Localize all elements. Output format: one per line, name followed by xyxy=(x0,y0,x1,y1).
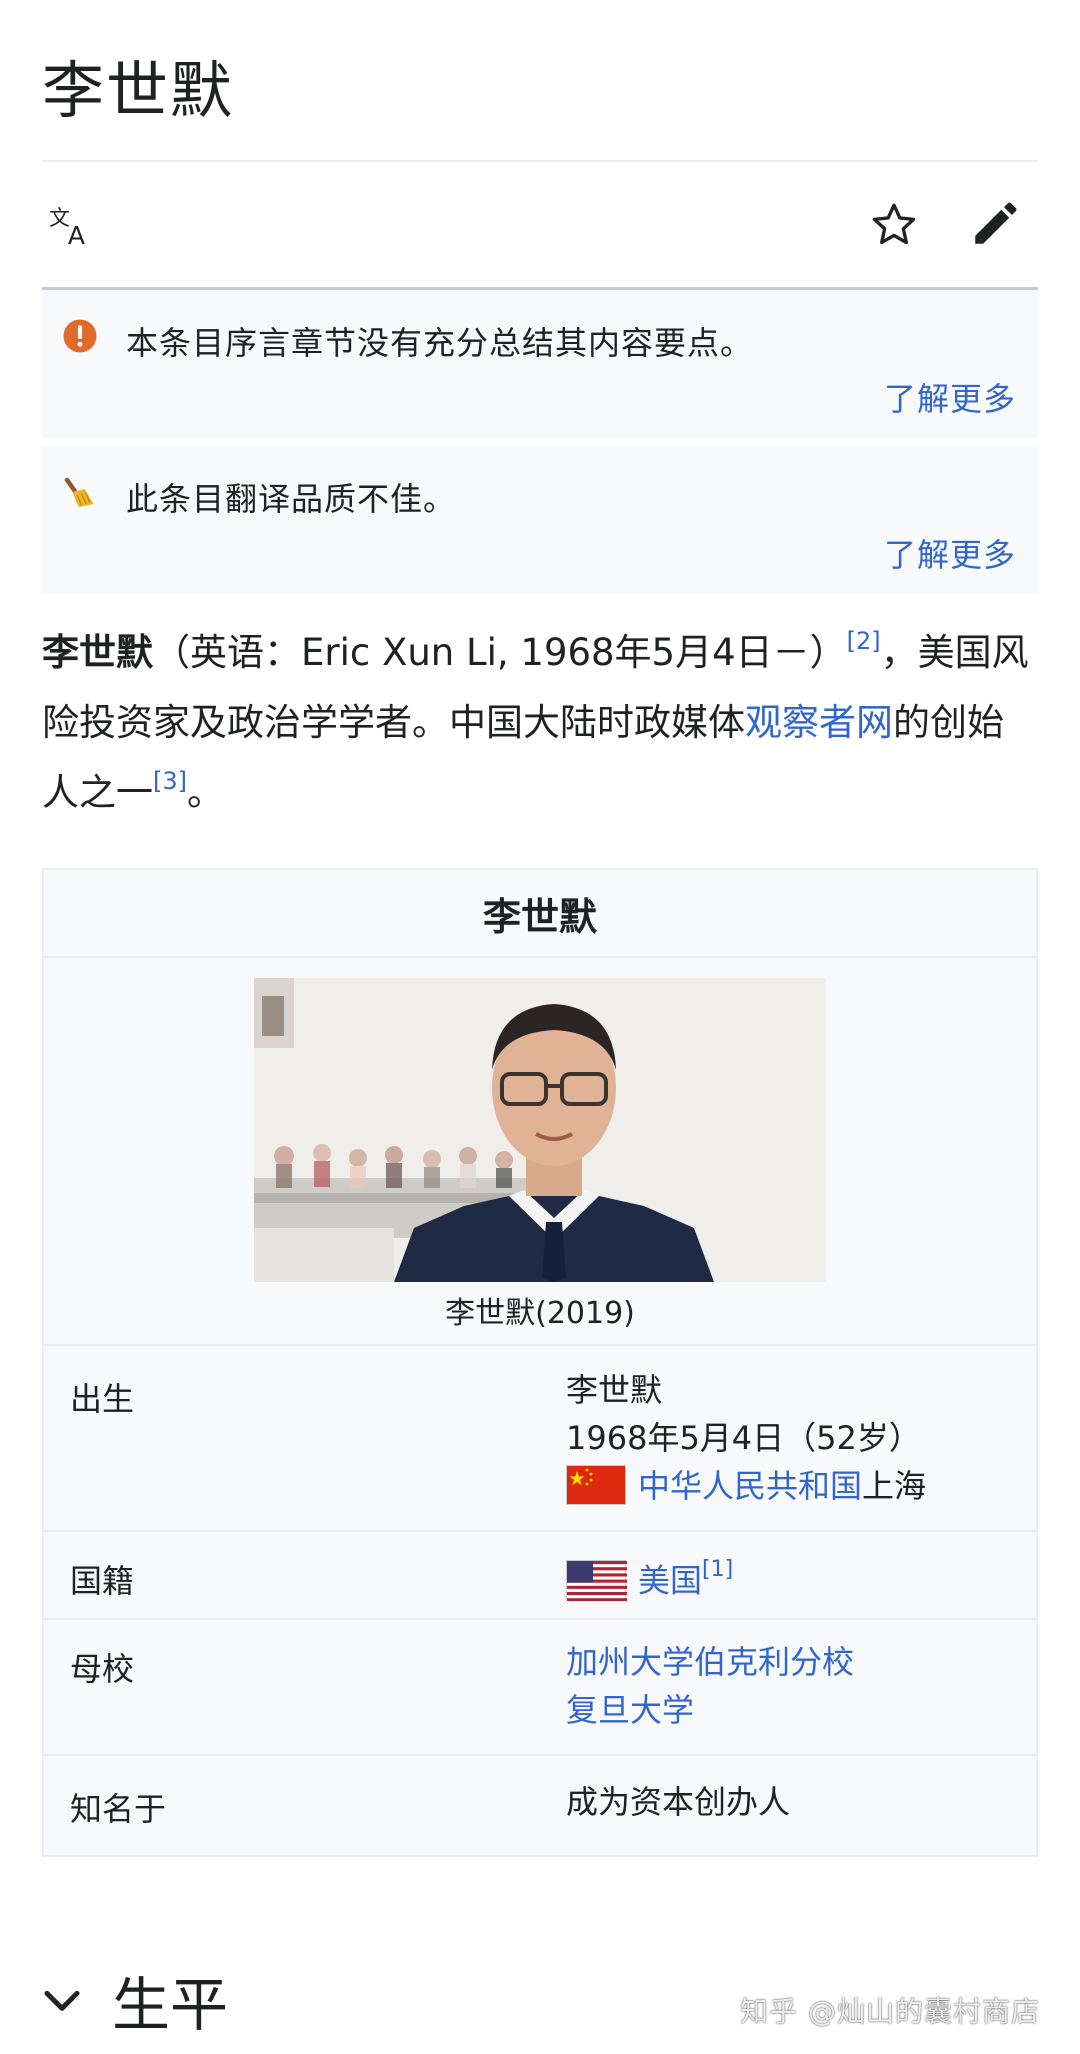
svg-text:A: A xyxy=(68,221,85,250)
row-label: 知名于 xyxy=(70,1790,167,1828)
reference-link[interactable]: [1] xyxy=(702,1557,733,1582)
prc-link[interactable]: 中华人民共和国 xyxy=(638,1467,862,1505)
guancha-link[interactable]: 观察者网 xyxy=(745,701,893,744)
row-label: 出生 xyxy=(70,1380,135,1418)
infobox-row-alma-mater: 母校 加州大学伯克利分校 复旦大学 xyxy=(44,1618,1036,1754)
fudan-link[interactable]: 复旦大学 xyxy=(566,1691,694,1729)
portrait-photo[interactable] xyxy=(254,978,826,1282)
notice-text: 此条目翻译品质不佳。 xyxy=(126,480,457,518)
birth-place: 中华人民共和国上海 xyxy=(566,1462,926,1510)
star-icon[interactable] xyxy=(864,195,924,255)
photo-caption: 李世默(2019) xyxy=(445,1296,635,1331)
row-value: 李世默 1968年5月4日（52岁） 中华人民共和国上海 xyxy=(566,1366,926,1510)
title-divider xyxy=(42,160,1038,162)
uc-berkeley-link[interactable]: 加州大学伯克利分校 xyxy=(566,1643,854,1681)
usa-link[interactable]: 美国 xyxy=(638,1562,702,1600)
reference-link[interactable]: [3] xyxy=(153,767,187,795)
notice-translation-quality: 此条目翻译品质不佳。 了解更多 xyxy=(42,446,1038,594)
notice-text: 本条目序言章节没有充分总结其内容要点。 xyxy=(126,324,754,362)
zhihu-watermark: 知乎 @灿山的囊村商店 xyxy=(740,1995,1040,2028)
section-header-biography[interactable]: 生平 xyxy=(42,1960,228,2040)
page-toolbar: 文 A xyxy=(42,165,1038,287)
broom-icon xyxy=(62,474,98,514)
birth-name: 李世默 xyxy=(566,1371,663,1409)
city-text: 上海 xyxy=(862,1467,927,1505)
usa-flag-icon xyxy=(566,1559,627,1601)
chevron-down-icon xyxy=(44,1990,80,2011)
lead-text: 。 xyxy=(187,771,224,814)
row-value: 加州大学伯克利分校 复旦大学 xyxy=(566,1638,854,1734)
infobox-row-known-for: 知名于 成为资本创办人 xyxy=(44,1754,1036,1857)
birth-date: 1968年5月4日（52岁） xyxy=(566,1419,921,1457)
learn-more-link[interactable]: 了解更多 xyxy=(884,530,1016,576)
china-flag-icon xyxy=(566,1465,626,1505)
reference-link[interactable]: [2] xyxy=(847,627,881,655)
section-title: 生平 xyxy=(112,1971,229,2039)
alma-mater-label-link[interactable]: 母校 xyxy=(70,1644,134,1690)
warning-icon xyxy=(62,318,98,358)
notice-lead-section: 本条目序言章节没有充分总结其内容要点。 了解更多 xyxy=(42,290,1038,438)
page-title: 李世默 xyxy=(42,54,235,127)
lead-subject-name: 李世默 xyxy=(42,631,153,674)
infobox-row-nationality: 国籍 美国[1] xyxy=(44,1530,1036,1618)
row-value: 成为资本创办人 xyxy=(566,1783,791,1821)
row-value: 美国[1] xyxy=(566,1550,733,1605)
edit-pencil-icon[interactable] xyxy=(964,195,1024,255)
row-label: 国籍 xyxy=(70,1562,135,1600)
lead-text: （英语：Eric Xun Li, 1968年5月4日－） xyxy=(153,631,847,674)
learn-more-link[interactable]: 了解更多 xyxy=(884,374,1016,420)
infobox: 李世默 李世默(2019) 出生 李世默 1968年5月4日（52岁） 中华人民… xyxy=(42,868,1038,1857)
lead-paragraph: 李世默（英语：Eric Xun Li, 1968年5月4日－）[2]，美国风险投… xyxy=(42,618,1038,828)
infobox-title: 李世默 xyxy=(44,870,1036,958)
language-icon[interactable]: 文 A xyxy=(42,195,102,255)
infobox-row-born: 出生 李世默 1968年5月4日（52岁） 中华人民共和国上海 xyxy=(44,1344,1036,1530)
